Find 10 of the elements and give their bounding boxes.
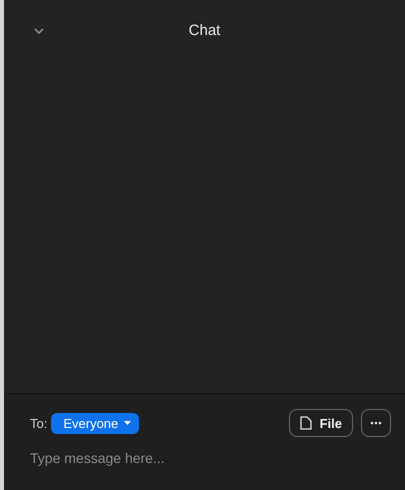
document-icon bbox=[300, 416, 312, 430]
message-input[interactable]: Type message here... bbox=[30, 450, 330, 466]
to-label: To: bbox=[30, 416, 48, 430]
ellipsis-icon bbox=[370, 421, 382, 425]
recipient-dropdown[interactable]: Everyone bbox=[51, 412, 140, 434]
file-button[interactable]: File bbox=[288, 409, 353, 437]
chevron-down-icon[interactable] bbox=[34, 28, 44, 34]
more-button[interactable] bbox=[361, 409, 391, 437]
caret-icon bbox=[124, 421, 132, 425]
chat-title: Chat bbox=[188, 22, 220, 38]
